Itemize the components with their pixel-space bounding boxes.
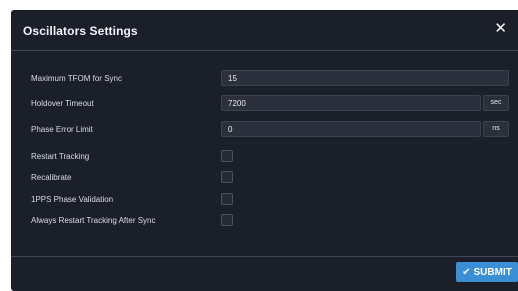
- dialog-header: Oscillators Settings ✕: [11, 10, 518, 51]
- field-label-max-tfom: Maximum TFOM for Sync: [31, 74, 122, 83]
- holdover-timeout-input[interactable]: 7200: [221, 95, 481, 111]
- checkbox-label-always-restart-tracking: Always Restart Tracking After Sync: [31, 216, 156, 225]
- dialog-title: Oscillators Settings: [23, 24, 138, 38]
- field-label-holdover-timeout: Holdover Timeout: [31, 99, 94, 108]
- 1pps-phase-validation-checkbox[interactable]: [221, 193, 233, 205]
- holdover-timeout-unit: sec: [483, 95, 509, 111]
- recalibrate-checkbox[interactable]: [221, 171, 233, 183]
- phase-error-limit-input[interactable]: 0: [221, 121, 481, 137]
- field-label-phase-error-limit: Phase Error Limit: [31, 125, 93, 134]
- checkmark-icon: ✔: [462, 266, 471, 278]
- close-icon[interactable]: ✕: [494, 21, 507, 37]
- oscillators-settings-dialog: Oscillators Settings ✕ Maximum TFOM for …: [11, 10, 518, 291]
- restart-tracking-checkbox[interactable]: [221, 150, 233, 162]
- checkbox-label-restart-tracking: Restart Tracking: [31, 152, 90, 161]
- phase-error-limit-unit: ns: [483, 121, 509, 137]
- max-tfom-input[interactable]: 15: [221, 70, 509, 86]
- submit-label: SUBMIT: [473, 266, 512, 278]
- checkbox-label-1pps-phase-validation: 1PPS Phase Validation: [31, 195, 114, 204]
- checkbox-label-recalibrate: Recalibrate: [31, 173, 72, 182]
- always-restart-tracking-checkbox[interactable]: [221, 214, 233, 226]
- submit-button[interactable]: ✔ SUBMIT: [456, 262, 518, 282]
- footer-divider: [11, 256, 518, 257]
